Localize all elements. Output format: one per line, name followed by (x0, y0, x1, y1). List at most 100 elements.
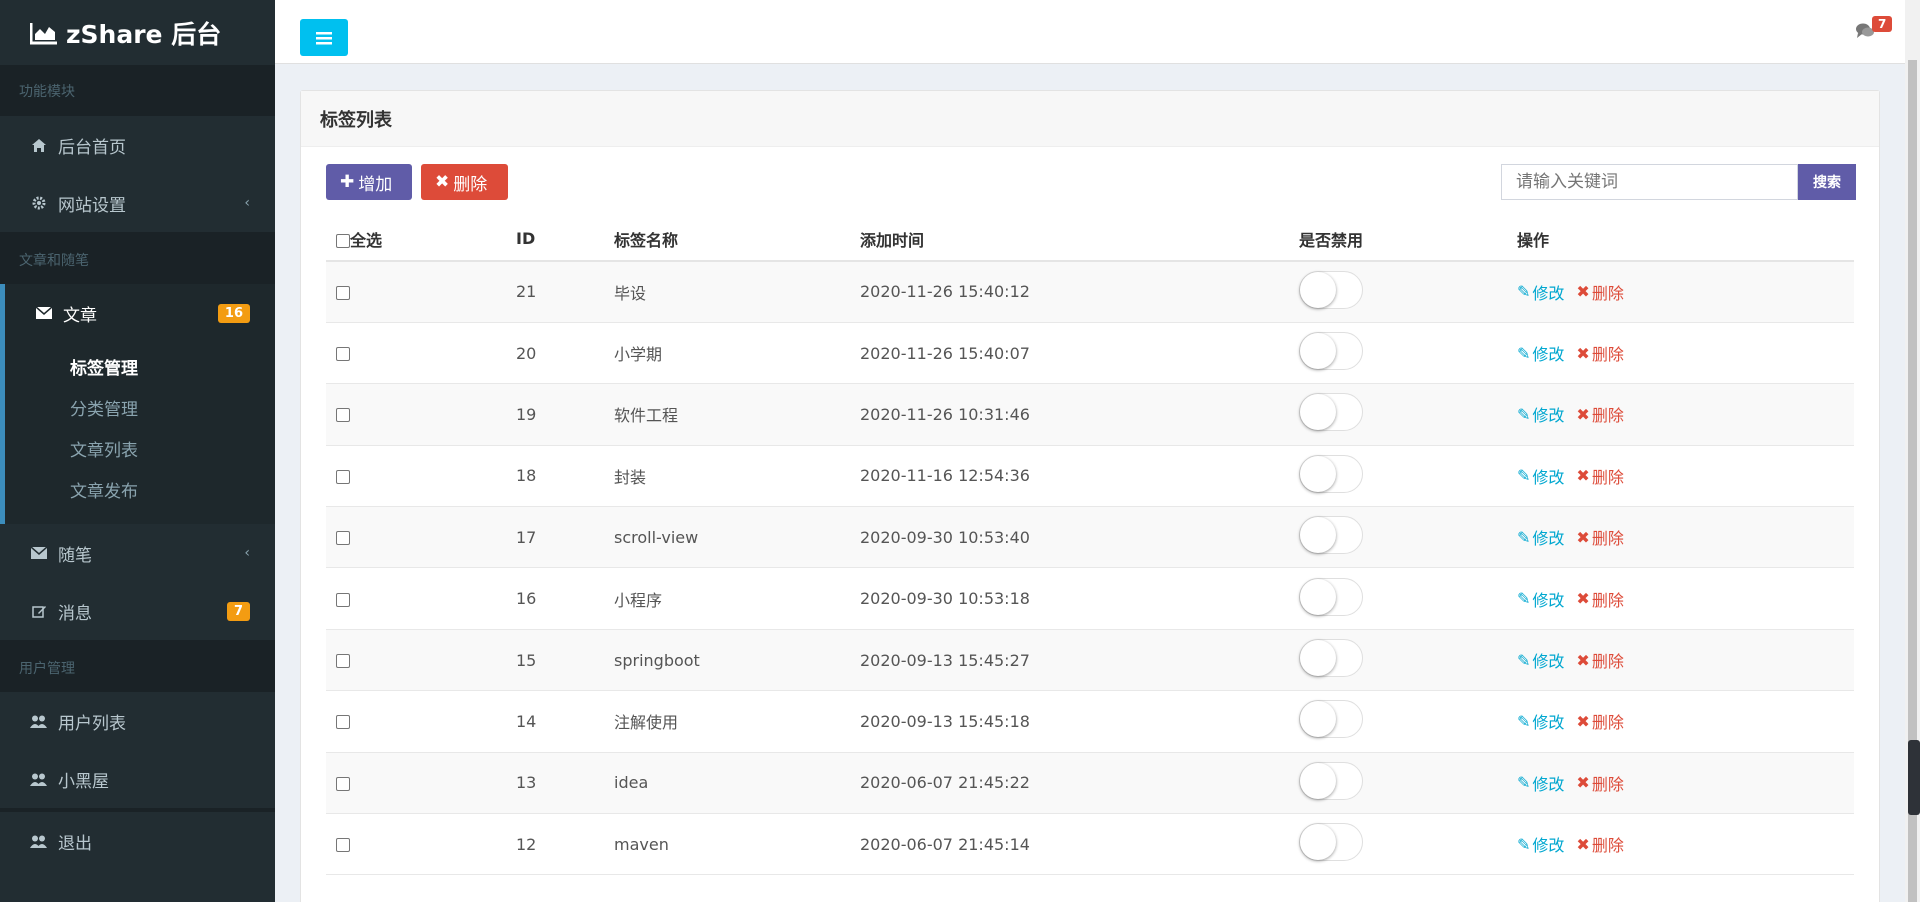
row-checkbox[interactable] (336, 531, 350, 546)
sidebar-item-logout[interactable]: 退出 (0, 812, 275, 870)
row-time: 2020-06-07 21:45:14 (850, 813, 1289, 876)
toggle-knob (1300, 394, 1336, 431)
row-checkbox[interactable] (336, 592, 350, 607)
delete-link-label: 删除 (1591, 529, 1624, 549)
search-button[interactable]: 搜索 (1798, 164, 1856, 200)
toggle-knob (1300, 578, 1336, 615)
row-name: 毕设 (604, 261, 850, 323)
close-icon: ✖ (1576, 773, 1590, 793)
row-disabled-cell (1289, 752, 1507, 815)
row-checkbox[interactable] (336, 347, 350, 362)
table-row: 18 封装 2020-11-16 12:54:36 ✎ 修改 ✖ 删除 (326, 445, 1854, 508)
edit-link[interactable]: ✎ 修改 (1517, 709, 1564, 733)
row-checkbox[interactable] (336, 838, 350, 853)
tag-table: 全选 ID 标签名称 添加时间 是否禁用 操作 21 毕设 2020-11-26 1… (326, 217, 1854, 876)
floating-widget[interactable] (1908, 740, 1920, 815)
close-icon: ✖ (1576, 589, 1590, 609)
sidebar-subitem-categories[interactable]: 分类管理 (5, 387, 275, 428)
edit-link[interactable]: ✎ 修改 (1517, 771, 1564, 795)
disable-toggle[interactable] (1299, 393, 1363, 432)
sidebar-subitem-article-list[interactable]: 文章列表 (5, 428, 275, 469)
delete-link[interactable]: ✖ 删除 (1576, 832, 1623, 856)
disable-toggle[interactable] (1299, 639, 1363, 678)
edit-link[interactable]: ✎ 修改 (1517, 525, 1564, 549)
edit-link[interactable]: ✎ 修改 (1517, 464, 1564, 488)
disable-toggle[interactable] (1299, 332, 1363, 371)
row-id: 16 (506, 567, 604, 630)
disable-toggle[interactable] (1299, 823, 1363, 862)
edit-icon: ✎ (1517, 404, 1531, 424)
delete-link-label: 删除 (1591, 345, 1624, 365)
edit-link-label: 修改 (1532, 283, 1565, 303)
close-icon: ✖ (1576, 343, 1590, 363)
row-checkbox[interactable] (336, 408, 350, 423)
row-checkbox[interactable] (336, 715, 350, 730)
sidebar-item-essay[interactable]: 随笔 ‹ (0, 524, 275, 582)
edit-icon: ✎ (1517, 589, 1531, 609)
add-button[interactable]: ✚ 增加 (326, 164, 412, 200)
disable-toggle[interactable] (1299, 700, 1363, 739)
table-row: 17 scroll-view 2020-09-30 10:53:40 ✎ 修改 ✖ 删除 (326, 506, 1854, 569)
row-checkbox[interactable] (336, 654, 350, 669)
section-header-users: 用户管理 (0, 644, 275, 692)
delete-link[interactable]: ✖ 删除 (1576, 771, 1623, 795)
delete-link[interactable]: ✖ 删除 (1576, 709, 1623, 733)
brand[interactable]: zShare 后台 (0, 0, 275, 66)
row-checkbox[interactable] (336, 285, 350, 300)
toggle-knob (1300, 333, 1336, 370)
sidebar-item-article[interactable]: 文章 16 (0, 284, 275, 342)
edit-link[interactable]: ✎ 修改 (1517, 832, 1564, 856)
delete-link-label: 删除 (1591, 836, 1624, 856)
row-name: 注解使用 (604, 690, 850, 753)
delete-link[interactable]: ✖ 删除 (1576, 525, 1623, 549)
id-header: ID (506, 217, 604, 262)
close-icon: ✖ (1576, 282, 1590, 302)
search-input[interactable] (1501, 164, 1798, 200)
brand-title: zShare 后台 (66, 19, 222, 49)
row-disabled-cell (1289, 690, 1507, 753)
sidebar-subitem-tags[interactable]: 标签管理 (5, 346, 275, 387)
sidebar-item-label: 用户列表 (58, 713, 126, 734)
toolbar: ✚ 增加 ✖ 删除 (326, 164, 508, 200)
edit-link[interactable]: ✎ 修改 (1517, 402, 1564, 426)
edit-link[interactable]: ✎ 修改 (1517, 648, 1564, 672)
disable-toggle[interactable] (1299, 761, 1363, 800)
sidebar-item-home[interactable]: 后台首页 (0, 116, 275, 174)
bulk-delete-button[interactable]: ✖ 删除 (421, 164, 508, 200)
table-row: 20 小学期 2020-11-26 15:40:07 ✎ 修改 ✖ 删除 (326, 322, 1854, 385)
sidebar-item-blackroom[interactable]: 小黑屋 (0, 750, 275, 808)
sidebar-toggle-button[interactable] (300, 19, 348, 56)
select-all-checkbox[interactable] (336, 234, 350, 248)
delete-link[interactable]: ✖ 删除 (1576, 587, 1623, 611)
sidebar-item-label: 随笔 (58, 545, 92, 566)
chevron-left-icon: ‹ (244, 545, 250, 561)
disable-toggle[interactable] (1299, 454, 1363, 493)
edit-icon: ✎ (1517, 527, 1531, 547)
sidebar-item-settings[interactable]: 网站设置 ‹ (0, 174, 275, 232)
disable-toggle[interactable] (1299, 516, 1363, 555)
select-all-label: 全选 (350, 230, 383, 250)
edit-link[interactable]: ✎ 修改 (1517, 587, 1564, 611)
edit-link[interactable]: ✎ 修改 (1517, 341, 1564, 365)
article-count-badge: 16 (217, 303, 250, 323)
sidebar-subitem-publish[interactable]: 文章发布 (5, 469, 275, 510)
row-time: 2020-11-26 10:31:46 (850, 383, 1289, 446)
delete-link[interactable]: ✖ 删除 (1576, 464, 1623, 488)
delete-link[interactable]: ✖ 删除 (1576, 341, 1623, 365)
row-time: 2020-06-07 21:45:22 (850, 752, 1289, 815)
sidebar-item-label: 文章 (63, 305, 97, 326)
disable-toggle[interactable] (1299, 270, 1363, 309)
row-checkbox[interactable] (336, 776, 350, 791)
edit-link-label: 修改 (1532, 345, 1565, 365)
edit-link[interactable]: ✎ 修改 (1517, 280, 1564, 304)
tag-list-box: 标签列表 ✚ 增加 ✖ 删除 搜索 全选 ID 标签名称 添加时间 (300, 90, 1880, 902)
row-checkbox[interactable] (336, 469, 350, 484)
table-row: 13 idea 2020-06-07 21:45:22 ✎ 修改 ✖ 删除 (326, 752, 1854, 815)
disable-toggle[interactable] (1299, 577, 1363, 616)
delete-link[interactable]: ✖ 删除 (1576, 280, 1623, 304)
delete-link[interactable]: ✖ 删除 (1576, 648, 1623, 672)
edit-icon: ✎ (1517, 282, 1531, 302)
sidebar-item-user-list[interactable]: 用户列表 (0, 692, 275, 750)
sidebar-item-message[interactable]: 消息 7 (0, 582, 275, 640)
delete-link[interactable]: ✖ 删除 (1576, 402, 1623, 426)
